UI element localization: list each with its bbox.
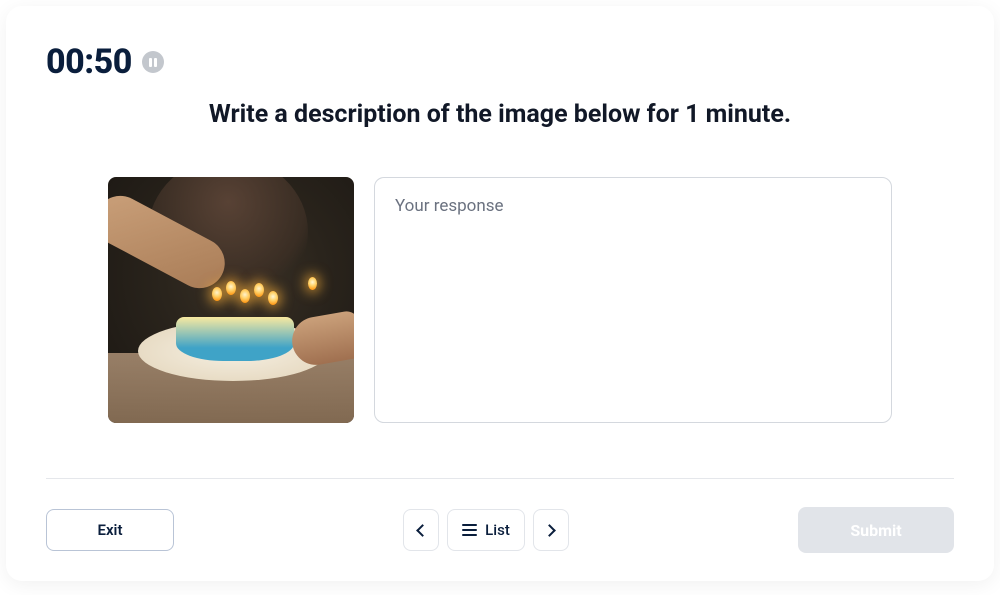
prev-button[interactable] [403, 509, 439, 551]
stimulus-image [108, 177, 354, 423]
next-button[interactable] [533, 509, 569, 551]
list-button-label: List [485, 521, 510, 539]
countdown-timer: 00:50 [46, 42, 132, 82]
timer-row: 00:50 [46, 42, 954, 82]
exit-button-label: Exit [98, 521, 123, 539]
submit-button-label: Submit [850, 521, 901, 540]
chevron-left-icon [416, 524, 429, 537]
footer-divider [46, 478, 954, 479]
list-button[interactable]: List [447, 509, 525, 551]
exercise-card: 00:50 Write a description of the image b… [6, 6, 994, 581]
exit-button[interactable]: Exit [46, 509, 174, 551]
footer: Exit List Submit [46, 478, 954, 553]
submit-button[interactable]: Submit [798, 507, 954, 553]
nav-group: List [403, 509, 569, 551]
prompt-title: Write a description of the image below f… [46, 100, 954, 129]
content-row [46, 177, 954, 423]
response-input[interactable] [374, 177, 892, 423]
pause-icon[interactable] [142, 51, 164, 73]
menu-icon [462, 524, 477, 536]
chevron-right-icon [543, 524, 556, 537]
footer-row: Exit List Submit [46, 507, 954, 553]
